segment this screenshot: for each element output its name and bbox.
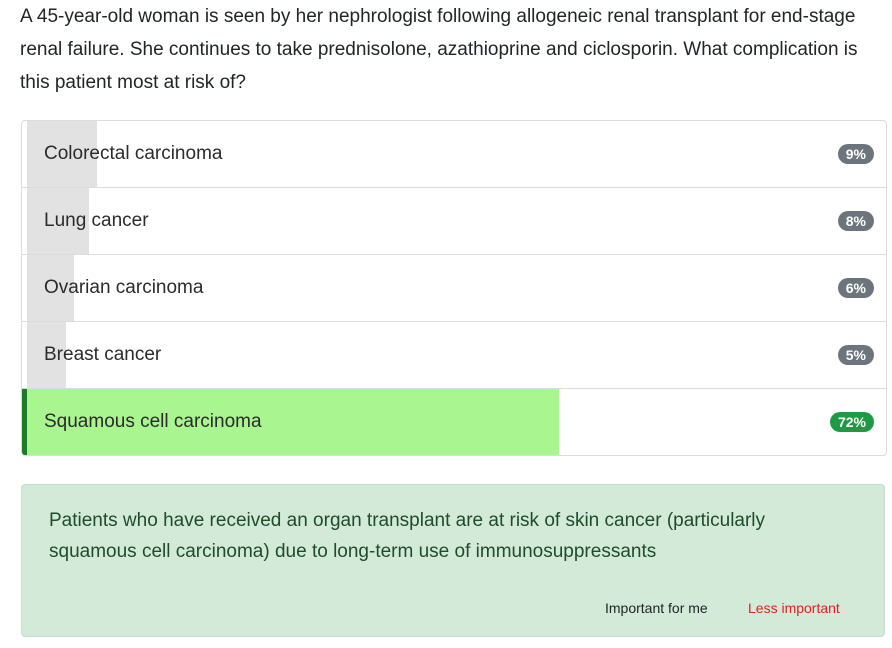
option-squamous-cell-carcinoma[interactable]: Squamous cell carcinoma 72% [22, 389, 886, 455]
option-percent-badge: 6% [837, 278, 874, 298]
option-label: Breast cancer [44, 344, 162, 365]
option-ovarian-carcinoma[interactable]: Ovarian carcinoma 6% [22, 255, 886, 322]
option-label: Lung cancer [44, 210, 149, 231]
option-label: Squamous cell carcinoma [44, 411, 262, 432]
option-percent-badge: 9% [837, 144, 874, 164]
option-colorectal-carcinoma[interactable]: Colorectal carcinoma 9% [22, 121, 886, 188]
option-percent-badge: 72% [829, 412, 874, 432]
explanation-text: Patients who have received an organ tran… [49, 510, 766, 562]
question-text: A 45-year-old woman is seen by her nephr… [20, 6, 858, 93]
important-for-me-link[interactable]: Important for me [605, 600, 708, 616]
option-label: Colorectal carcinoma [44, 143, 223, 164]
option-percent-badge: 5% [837, 345, 874, 365]
option-percent-badge: 8% [837, 211, 874, 231]
option-lung-cancer[interactable]: Lung cancer 8% [22, 188, 886, 255]
option-label: Ovarian carcinoma [44, 277, 204, 298]
answer-options: Colorectal carcinoma 9% Lung cancer 8% O… [21, 120, 887, 456]
explanation-panel: Patients who have received an organ tran… [21, 484, 885, 637]
less-important-link[interactable]: Less important [748, 600, 840, 616]
option-breast-cancer[interactable]: Breast cancer 5% [22, 322, 886, 389]
